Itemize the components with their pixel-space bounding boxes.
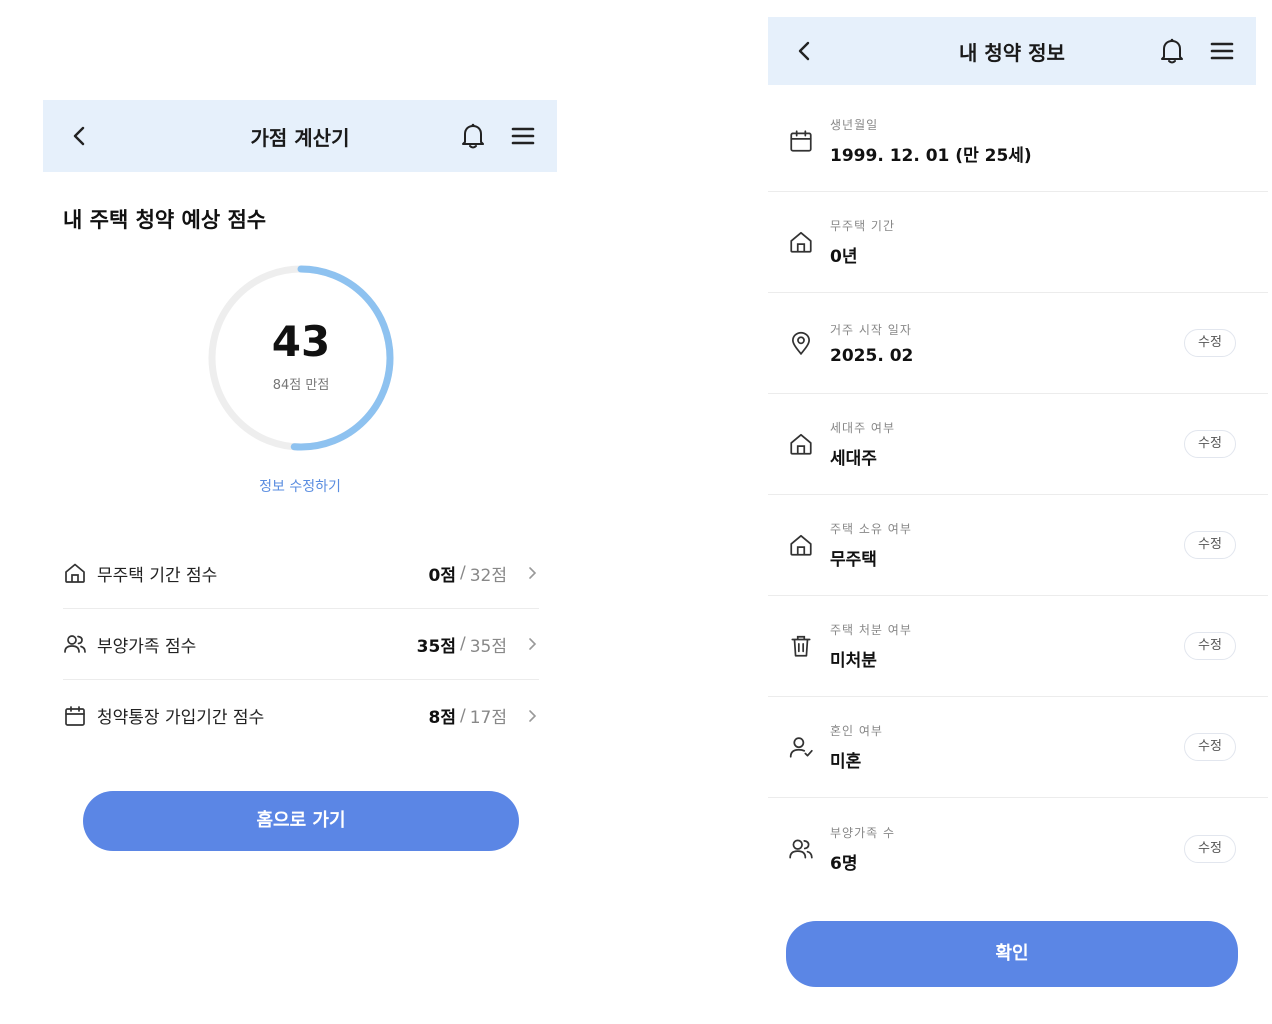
chevron-right-icon	[529, 709, 537, 722]
info-row-residence-start: 거주 시작 일자 2025. 02 수정	[768, 293, 1268, 394]
trash-icon	[791, 635, 811, 657]
info-value: 0년	[830, 247, 858, 267]
info-value: 미처분	[830, 651, 877, 671]
app-bar: 가점 계산기	[43, 100, 557, 172]
calendar-icon	[65, 705, 85, 726]
info-row-home-disposal: 주택 처분 여부 미처분 수정	[768, 596, 1268, 697]
menu-button[interactable]	[1208, 37, 1236, 65]
my-subscription-info-screen: 내 청약 정보 생년월일 1999. 12. 01 (만 25세) 무주택 기간…	[768, 17, 1268, 1017]
info-row-birthdate: 생년월일 1999. 12. 01 (만 25세)	[768, 91, 1268, 192]
page-title: 내 청약 정보	[959, 40, 1065, 65]
chevron-right-icon	[529, 567, 537, 579]
row-value: 8점	[428, 708, 456, 728]
info-value: 1999. 12. 01 (만 25세)	[830, 146, 1032, 166]
chevron-left-icon	[73, 126, 85, 146]
edit-button[interactable]: 수정	[1184, 834, 1236, 863]
info-label: 주택 소유 여부	[830, 522, 912, 536]
chevron-left-icon	[798, 41, 810, 61]
confirm-button[interactable]: 확인	[786, 921, 1238, 987]
score-list: 무주택 기간 점수 0점 / 32점 부양가족 점수 35점 / 35점 청약통…	[63, 538, 539, 751]
info-label: 주택 처분 여부	[830, 623, 912, 637]
score-row-dependents[interactable]: 부양가족 점수 35점 / 35점	[63, 609, 539, 680]
info-row-household-head: 세대주 여부 세대주 수정	[768, 394, 1268, 495]
bell-icon	[1161, 38, 1183, 64]
gauge-score: 43	[271, 317, 331, 366]
app-bar: 내 청약 정보	[768, 17, 1256, 85]
chevron-right-icon	[529, 638, 537, 650]
info-value: 미혼	[830, 752, 862, 772]
menu-button[interactable]	[509, 122, 537, 150]
people-icon	[789, 838, 813, 859]
location-pin-icon	[792, 331, 810, 356]
info-row-marital-status: 혼인 여부 미혼 수정	[768, 697, 1268, 798]
score-calculator-screen: 가점 계산기 내 주택 청약 예상 점수 43 84점 만점 정보 수정하기 무…	[43, 100, 557, 880]
bell-icon	[462, 123, 484, 149]
info-row-dependents-count: 부양가족 수 6명 수정	[768, 798, 1268, 899]
people-icon	[64, 635, 86, 653]
row-separator: /	[459, 634, 466, 654]
info-list: 생년월일 1999. 12. 01 (만 25세) 무주택 기간 0년 거주 시…	[768, 91, 1268, 899]
info-row-home-ownership: 주택 소유 여부 무주택 수정	[768, 495, 1268, 596]
back-button[interactable]	[65, 122, 93, 150]
info-row-homeless-period: 무주택 기간 0년	[768, 192, 1268, 293]
edit-button[interactable]: 수정	[1184, 430, 1236, 458]
hamburger-menu-icon	[1210, 42, 1234, 60]
row-max: 17점	[469, 708, 507, 728]
info-label: 거주 시작 일자	[830, 322, 912, 337]
row-label: 청약통장 가입기간 점수	[97, 708, 265, 728]
row-label: 무주택 기간 점수	[97, 565, 218, 586]
person-check-icon	[789, 737, 813, 758]
row-value: 0점	[428, 565, 456, 586]
row-max: 35점	[469, 636, 507, 657]
gauge-max-label: 84점 만점	[272, 378, 330, 393]
info-value: 2025. 02	[830, 345, 914, 366]
section-title: 내 주택 청약 예상 점수	[63, 208, 267, 232]
notification-button[interactable]	[1158, 37, 1186, 65]
edit-info-link[interactable]: 정보 수정하기	[43, 476, 557, 496]
edit-button[interactable]: 수정	[1184, 733, 1236, 761]
edit-button[interactable]: 수정	[1184, 329, 1236, 357]
row-max: 32점	[469, 565, 507, 586]
home-icon	[790, 534, 812, 556]
home-icon	[790, 433, 812, 455]
edit-button[interactable]: 수정	[1184, 632, 1236, 660]
info-label: 혼인 여부	[830, 724, 883, 738]
info-label: 세대주 여부	[830, 421, 896, 435]
score-row-homeless-period[interactable]: 무주택 기간 점수 0점 / 32점	[63, 538, 539, 609]
info-label: 부양가족 수	[830, 825, 896, 840]
info-value: 세대주	[830, 449, 877, 469]
home-icon	[790, 231, 812, 253]
hamburger-menu-icon	[511, 127, 535, 145]
row-value: 35점	[416, 636, 456, 657]
home-button[interactable]: 홈으로 가기	[83, 791, 519, 851]
score-row-subscription-period[interactable]: 청약통장 가입기간 점수 8점 / 17점	[63, 680, 539, 751]
score-gauge: 43 84점 만점	[205, 262, 397, 454]
row-label: 부양가족 점수	[97, 636, 197, 657]
info-value: 6명	[830, 853, 858, 874]
notification-button[interactable]	[459, 122, 487, 150]
row-separator: /	[459, 705, 466, 726]
page-title: 가점 계산기	[250, 125, 350, 150]
info-value: 무주택	[830, 550, 877, 570]
row-separator: /	[459, 563, 466, 583]
back-button[interactable]	[790, 37, 818, 65]
calendar-icon	[790, 130, 812, 152]
info-label: 무주택 기간	[830, 219, 896, 233]
edit-button[interactable]: 수정	[1184, 531, 1236, 559]
home-icon	[65, 563, 85, 583]
info-label: 생년월일	[830, 118, 879, 132]
